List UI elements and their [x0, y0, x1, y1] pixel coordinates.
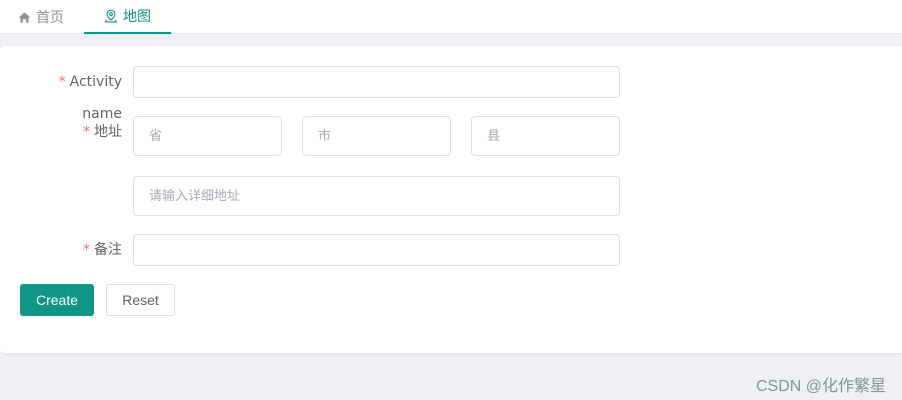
activity-name-input[interactable]: [133, 66, 620, 98]
city-select[interactable]: [302, 116, 451, 156]
required-mark: *: [58, 74, 66, 90]
tab-map[interactable]: 地图: [84, 0, 171, 34]
remark-input[interactable]: [133, 234, 620, 266]
home-icon: [18, 11, 31, 24]
address-detail-input[interactable]: [133, 176, 620, 216]
tab-map-label: 地图: [123, 9, 151, 25]
remark-label: * 备注: [83, 242, 122, 258]
activity-name-label: * Activity name: [58, 74, 122, 122]
watermark: CSDN @化作繁星: [755, 378, 886, 395]
province-select[interactable]: [133, 116, 282, 156]
required-mark: *: [83, 242, 90, 258]
reset-button[interactable]: Reset: [106, 284, 175, 316]
map-pin-icon: [104, 9, 118, 23]
form-card: *Activity name *地址 *备注 Create Reset: [0, 46, 902, 353]
tab-bar: 首页 地图: [0, 0, 902, 34]
address-label: * 地址: [83, 124, 122, 140]
tab-home[interactable]: 首页: [18, 0, 64, 34]
create-button[interactable]: Create: [20, 284, 94, 316]
required-mark: *: [83, 124, 90, 140]
tab-home-label: 首页: [36, 10, 64, 26]
county-select[interactable]: [471, 116, 620, 156]
